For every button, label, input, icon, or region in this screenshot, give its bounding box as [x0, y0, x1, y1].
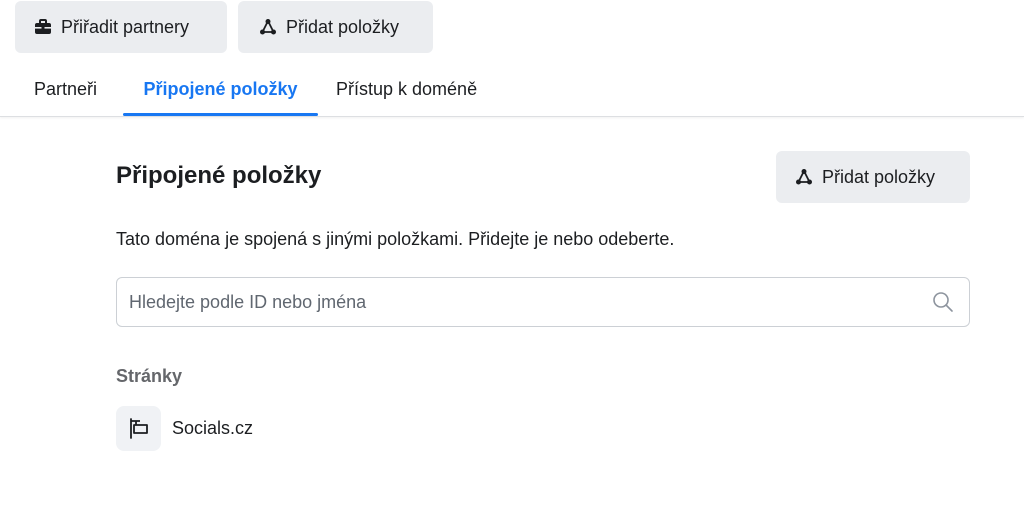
tab-label: Partneři — [34, 78, 98, 99]
tab-connected-items[interactable]: Připojené položky — [123, 62, 318, 116]
list-item[interactable]: Socials.cz — [116, 405, 416, 451]
assign-partners-label: Přiřadit partnery — [61, 16, 190, 37]
search-box — [116, 277, 970, 327]
top-bar: Přiřadit partnery Přidat položky Partneř… — [0, 0, 1024, 117]
section-description: Tato doména je spojená s jinými položkam… — [116, 229, 675, 249]
tab-partners[interactable]: Partneři — [34, 62, 97, 116]
briefcase-icon — [33, 17, 53, 37]
group-label-pages: Stránky — [116, 366, 183, 386]
tab-label: Připojené položky — [143, 78, 298, 99]
flag-page-icon — [116, 405, 161, 451]
add-items-section-button[interactable]: Přidat položky — [776, 151, 970, 203]
add-items-button[interactable]: Přidat položky — [238, 1, 433, 53]
share-nodes-icon — [794, 167, 814, 187]
search-input[interactable] — [129, 278, 909, 326]
tab-domain-access[interactable]: Přístup k doméně — [336, 62, 477, 116]
share-nodes-icon — [258, 17, 278, 37]
add-items-label: Přidat položky — [822, 166, 936, 187]
section-title: Připojené položky — [116, 162, 322, 189]
list-item-name: Socials.cz — [172, 417, 254, 438]
active-tab-indicator — [123, 113, 318, 116]
add-items-label: Přidat položky — [286, 16, 400, 37]
tab-label: Přístup k doméně — [336, 78, 478, 99]
search-icon[interactable] — [931, 290, 955, 314]
tab-bar: Partneři Připojené položky Přístup k dom… — [0, 62, 1024, 116]
assign-partners-button[interactable]: Přiřadit partnery — [15, 1, 227, 53]
